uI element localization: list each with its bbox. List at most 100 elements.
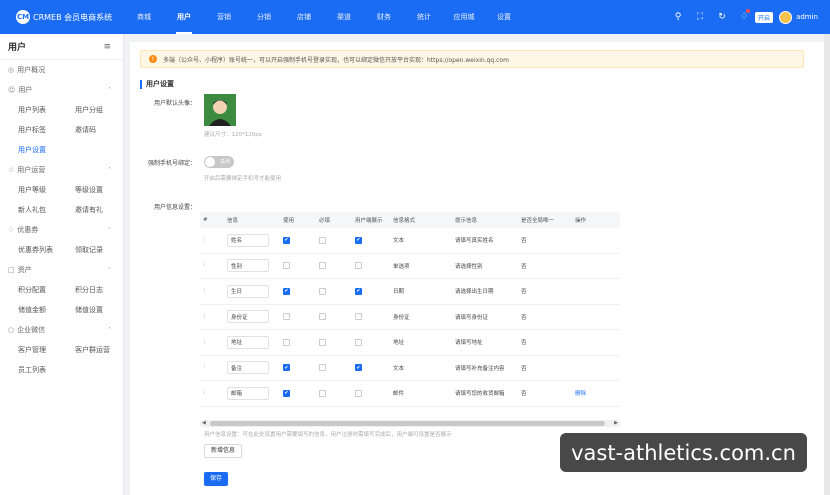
- drag-handle-icon[interactable]: ⠇: [200, 339, 224, 346]
- info-tip: 请填写身份证: [455, 314, 489, 321]
- info-name-input[interactable]: 姓名: [227, 233, 269, 247]
- drag-handle-icon[interactable]: ⠇: [200, 288, 224, 295]
- user-name[interactable]: admin: [796, 13, 818, 21]
- show-checkbox[interactable]: ✔: [355, 236, 362, 244]
- nav-item-1[interactable]: 用户: [164, 0, 204, 34]
- req-checkbox[interactable]: [319, 389, 326, 397]
- sidebar-item[interactable]: 用户等级: [18, 180, 75, 200]
- sidebar-group-0[interactable]: ◎ 用户概况: [0, 60, 123, 80]
- sidebar-item[interactable]: 新人礼包: [18, 200, 75, 220]
- use-checkbox[interactable]: ✔: [283, 236, 290, 244]
- drag-handle-icon[interactable]: ⠇: [200, 237, 224, 244]
- scroll-left-icon[interactable]: ◀: [202, 420, 206, 427]
- show-checkbox[interactable]: [355, 389, 362, 397]
- sidebar-item[interactable]: 邀请码: [75, 120, 132, 140]
- sidebar-item[interactable]: 用户标签: [18, 120, 75, 140]
- use-checkbox[interactable]: ✔: [283, 364, 290, 372]
- top-nav: 商城 用户 营销 分销 店铺 渠道 财务 统计 应用城 设置: [124, 0, 524, 34]
- sidebar-item[interactable]: 客户管理: [18, 340, 75, 360]
- sidebar-group-3[interactable]: ♢ 优惠券 ˄: [0, 220, 123, 240]
- show-checkbox[interactable]: ✔: [355, 364, 362, 372]
- drag-handle-icon[interactable]: ⠇: [200, 364, 224, 371]
- sidebar-item[interactable]: 积分配置: [18, 280, 75, 300]
- show-checkbox[interactable]: [355, 338, 362, 346]
- coupon-icon: ♢: [8, 226, 15, 234]
- brand-logo[interactable]: CM CRMEB 会员电商系统: [0, 0, 124, 34]
- sidebar-item[interactable]: 用户列表: [18, 100, 75, 120]
- use-checkbox[interactable]: [283, 313, 290, 321]
- chevron-up-icon[interactable]: ˄: [108, 167, 111, 174]
- sidebar-item[interactable]: 储值金额: [18, 300, 75, 320]
- info-name-input[interactable]: 身份证: [227, 310, 269, 324]
- sidebar-item[interactable]: 领取记录: [75, 240, 132, 260]
- chevron-up-icon[interactable]: ˄: [108, 87, 111, 94]
- req-checkbox[interactable]: [319, 262, 326, 270]
- req-checkbox[interactable]: [319, 364, 326, 372]
- sidebar-group-2[interactable]: ☆ 用户运营 ˄: [0, 160, 123, 180]
- nav-item-9[interactable]: 设置: [484, 0, 524, 34]
- chevron-up-icon[interactable]: ˄: [108, 267, 111, 274]
- nav-item-0[interactable]: 商城: [124, 0, 164, 34]
- use-checkbox[interactable]: ✔: [283, 287, 290, 295]
- sidebar-item[interactable]: 员工列表: [18, 360, 75, 380]
- show-checkbox[interactable]: [355, 313, 362, 321]
- show-checkbox[interactable]: [355, 262, 362, 270]
- sidebar-item[interactable]: 用户设置: [18, 140, 75, 160]
- req-checkbox[interactable]: [319, 236, 326, 244]
- default-avatar-upload[interactable]: [204, 94, 236, 126]
- nav-item-7[interactable]: 统计: [404, 0, 444, 34]
- use-checkbox[interactable]: [283, 262, 290, 270]
- phone-bind-switch[interactable]: 关闭: [204, 156, 234, 168]
- drag-handle-icon[interactable]: ⠇: [200, 262, 224, 269]
- scroll-right-icon[interactable]: ▶: [614, 420, 618, 427]
- req-checkbox[interactable]: [319, 338, 326, 346]
- nav-item-8[interactable]: 应用城: [444, 0, 484, 34]
- use-checkbox[interactable]: [283, 338, 290, 346]
- sidebar-group-label: 用户: [18, 86, 33, 94]
- sidebar-item[interactable]: 积分日志: [75, 280, 132, 300]
- search-icon[interactable]: ⚲: [667, 0, 689, 34]
- nav-item-6[interactable]: 财务: [364, 0, 404, 34]
- chevron-up-icon[interactable]: ˄: [108, 227, 111, 234]
- req-checkbox[interactable]: [319, 313, 326, 321]
- drag-handle-icon[interactable]: ⠇: [200, 313, 224, 320]
- save-button[interactable]: 保存: [204, 472, 229, 486]
- drag-handle-icon[interactable]: ⠇: [200, 390, 224, 397]
- nav-item-5[interactable]: 渠道: [324, 0, 364, 34]
- sidebar-group-4[interactable]: □ 资产 ˄: [0, 260, 123, 280]
- info-name-input[interactable]: 性别: [227, 259, 269, 273]
- info-format: 日期: [393, 289, 405, 296]
- req-cell: [316, 287, 352, 295]
- use-checkbox[interactable]: ✔: [283, 389, 290, 397]
- bell-icon[interactable]: ♢: [733, 0, 755, 34]
- sidebar-item[interactable]: 储值设置: [75, 300, 132, 320]
- nav-item-4[interactable]: 店铺: [284, 0, 324, 34]
- nav-item-3[interactable]: 分销: [244, 0, 284, 34]
- req-checkbox[interactable]: [319, 287, 326, 295]
- open-badge[interactable]: 开启: [755, 11, 774, 23]
- nav-item-2[interactable]: 营销: [204, 0, 244, 34]
- info-name-input[interactable]: 邮箱: [227, 386, 269, 400]
- table-scrollbar[interactable]: ◀ ▶: [200, 420, 620, 427]
- delete-link[interactable]: 删除: [572, 389, 612, 397]
- sidebar-item[interactable]: 优惠券列表: [18, 240, 75, 260]
- info-name-input[interactable]: 备注: [227, 361, 269, 375]
- show-checkbox[interactable]: ✔: [355, 287, 362, 295]
- page-scrollbar[interactable]: [824, 34, 830, 495]
- menu-fold-icon[interactable]: ≡: [103, 42, 111, 52]
- fullscreen-icon[interactable]: ⛶: [689, 0, 711, 34]
- sidebar-item[interactable]: 邀请有礼: [75, 200, 132, 220]
- scroll-thumb[interactable]: [210, 421, 605, 426]
- sidebar-group-1[interactable]: ☺ 用户 ˄: [0, 80, 123, 100]
- info-name-input[interactable]: 地址: [227, 335, 269, 349]
- sidebar-item[interactable]: 用户分组: [75, 100, 132, 120]
- sidebar-item[interactable]: 客户群运营: [75, 340, 132, 360]
- add-info-button[interactable]: 新增信息: [204, 444, 243, 458]
- chevron-up-icon[interactable]: ˄: [108, 327, 111, 334]
- info-tip: 请选择出生日期: [455, 289, 494, 296]
- info-name-input[interactable]: 生日: [227, 284, 269, 298]
- refresh-icon[interactable]: ↻: [711, 0, 733, 34]
- sidebar-group-5[interactable]: ○ 企业微信 ˄: [0, 320, 123, 340]
- sidebar-item[interactable]: 等级设置: [75, 180, 132, 200]
- user-avatar[interactable]: [779, 10, 793, 24]
